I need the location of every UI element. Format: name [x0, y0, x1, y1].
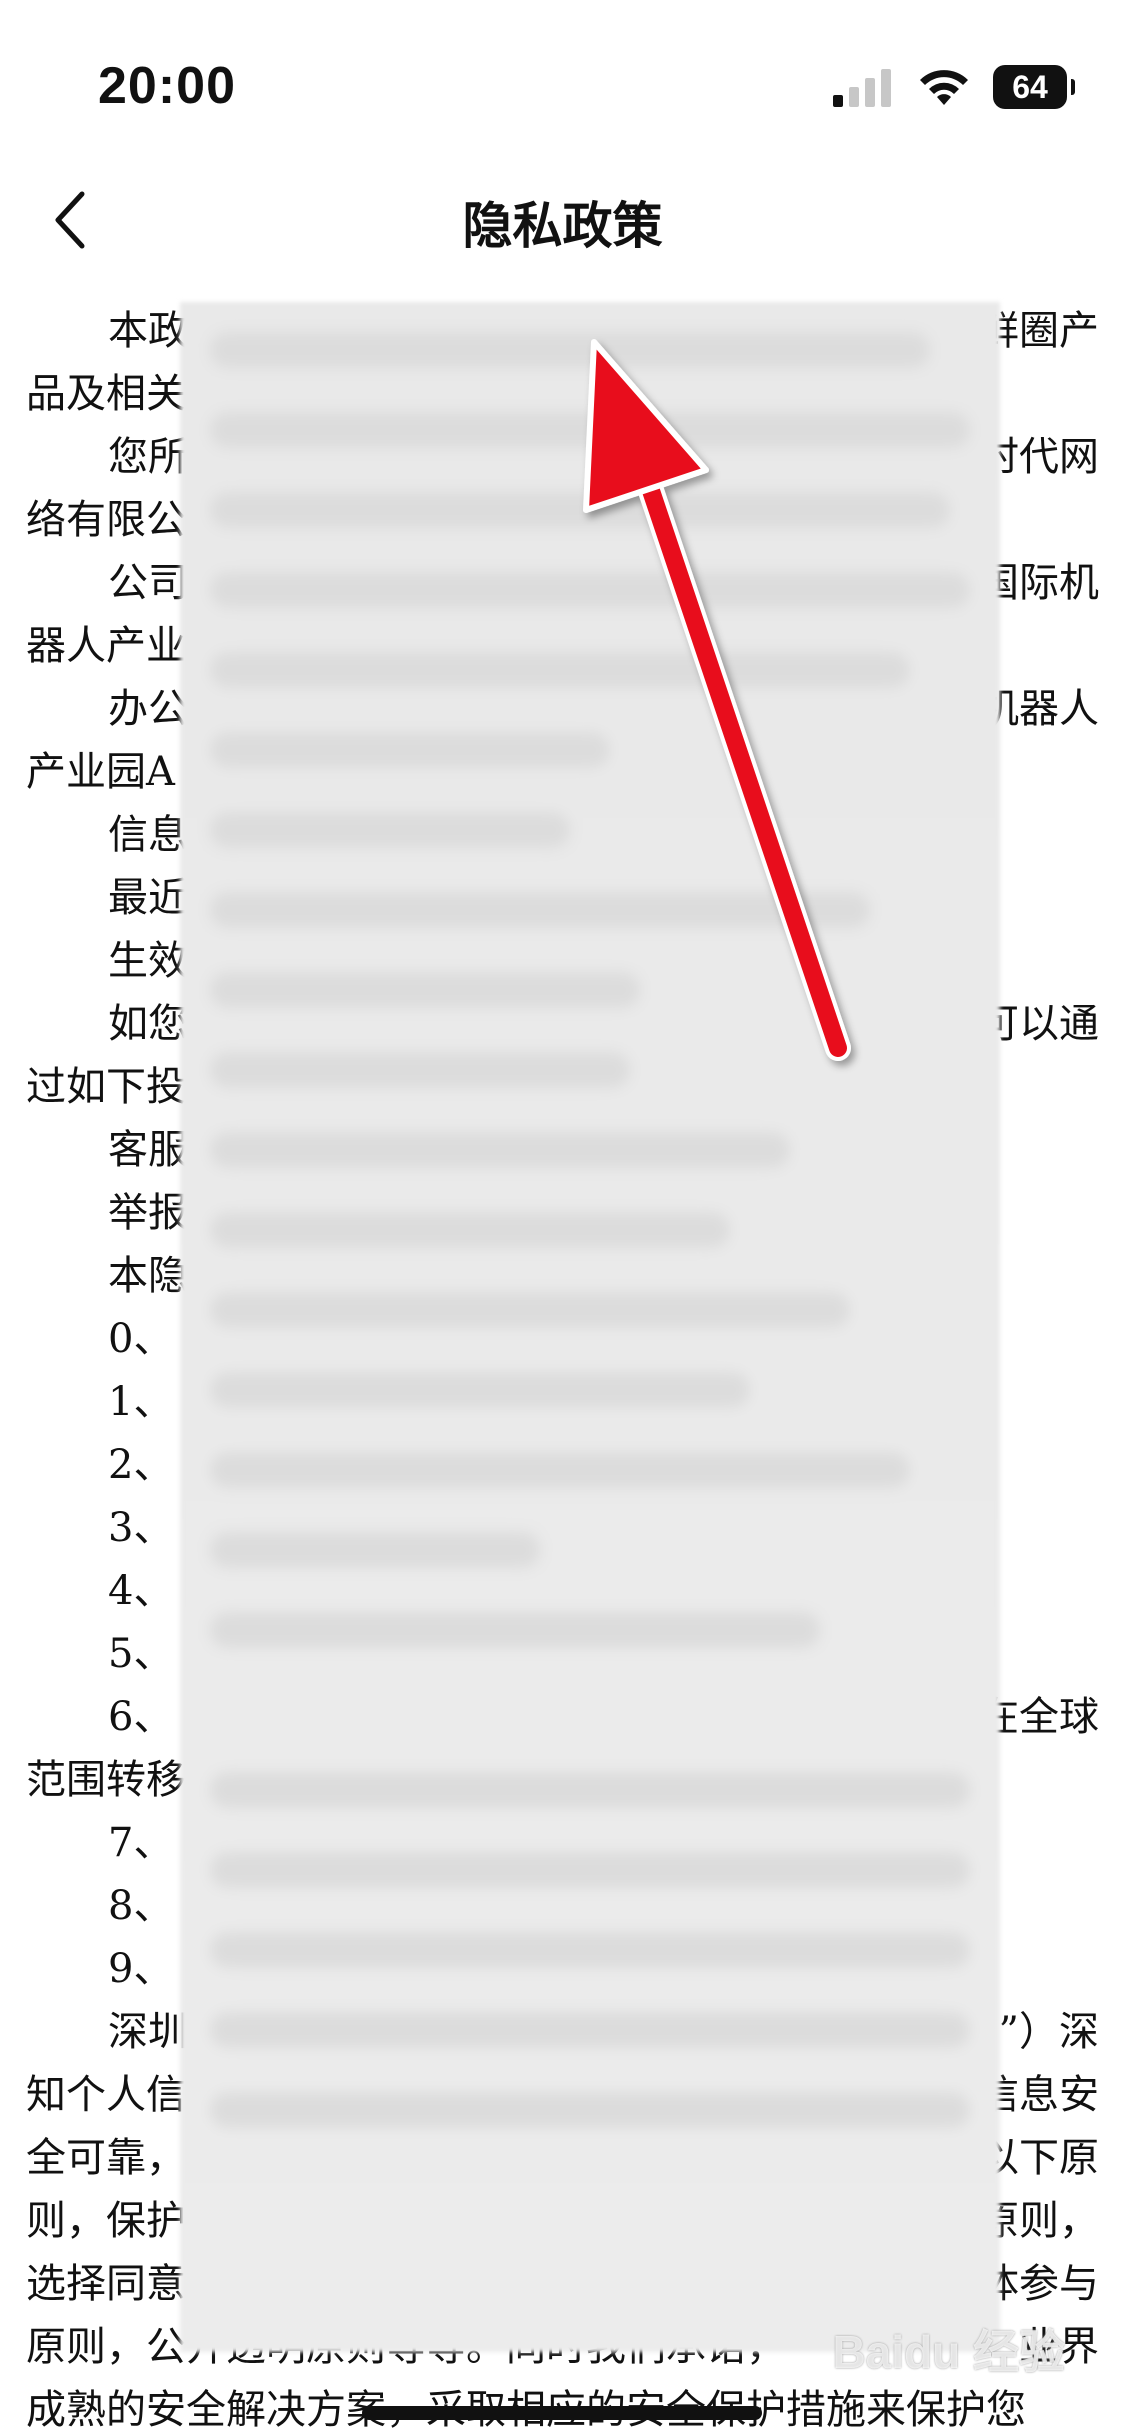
document-line-left-text: 络有限公 [26, 497, 186, 543]
document-line-left-text: 范围转移 [26, 1757, 186, 1803]
document-line-left-text: 8、 [108, 1883, 174, 1929]
document-line-left-text: 3、 [108, 1505, 174, 1551]
document-line-left-text: 如您 [108, 1001, 188, 1047]
status-icons: 64 [831, 62, 1075, 112]
document-line-right-text: ”）深 [998, 2009, 1099, 2055]
document-line-left-text: 4、 [108, 1568, 174, 1614]
document-line-left-text: 5、 [108, 1631, 174, 1677]
document-line-left-text: 全可靠， [26, 2135, 186, 2181]
document-line-left-text: 信息 [108, 812, 188, 858]
document-line-left-text: 客服 [108, 1127, 188, 1173]
page-title: 隐私政策 [462, 197, 663, 255]
document-line-left-text: 深圳 [108, 2009, 188, 2055]
document-line-left-text: 最近 [108, 875, 188, 921]
document-line-left-text: 您所 [108, 434, 188, 480]
status-time: 20:00 [98, 57, 236, 115]
status-bar: 20:00 64 [0, 0, 1125, 150]
document-line-left-text: 1、 [108, 1379, 174, 1425]
document-line-left-text: 品及相关 [26, 371, 186, 417]
document-line-left-text: 选择同意 [26, 2261, 186, 2307]
wifi-icon [920, 70, 968, 105]
document-line-left-text: 本隐 [108, 1253, 188, 1299]
document-line-left-text: 6、 [108, 1694, 174, 1740]
document-line-left-text: 产业园A [26, 749, 175, 795]
document-line-left-text: 公司 [108, 560, 188, 606]
watermark-logo: Baidu 经验 [832, 2326, 1065, 2378]
document-line-left-text: 器人产业 [26, 623, 186, 669]
document-line-left-text: 9、 [108, 1946, 174, 1992]
document-line-left-text: 2、 [108, 1442, 174, 1488]
document-line-left-text: 则，保护 [26, 2198, 186, 2244]
red-arrow-annotation [583, 339, 851, 1061]
document-line-left-text: 举报 [108, 1190, 188, 1236]
cellular-signal-icon [833, 69, 891, 107]
nav-bar: 隐私政策 [0, 150, 1125, 290]
document-line-left-text: 生效 [108, 938, 188, 984]
document-line-left-text: 7、 [108, 1820, 174, 1866]
battery-icon: 64 [993, 65, 1075, 109]
document-line-left-text: 本政 [108, 308, 188, 354]
document-line-left-text: 办公 [108, 686, 188, 732]
document-line-left-text: 过如下投 [26, 1064, 186, 1110]
document-line-left-text: 0、 [108, 1316, 174, 1362]
document-line-left-text: 知个人信 [26, 2072, 186, 2118]
home-indicator[interactable] [362, 2406, 762, 2420]
